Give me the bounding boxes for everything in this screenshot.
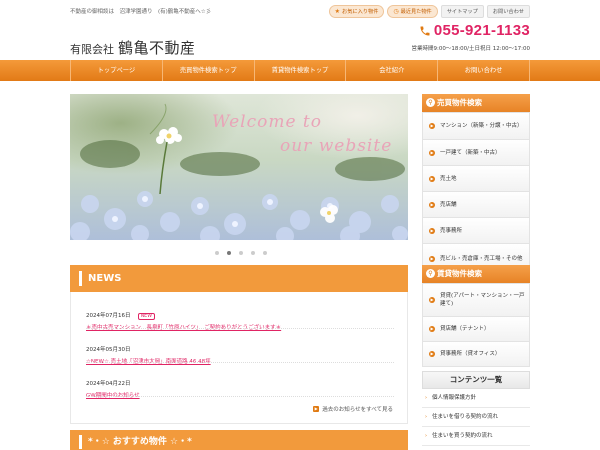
news-date: 2024年05月30日 [86, 347, 131, 353]
recently-viewed-label: 最近見た物件 [400, 9, 432, 15]
contents-item-buy-flow[interactable]: › 住まいを買う契約の流れ [422, 427, 530, 446]
arrow-right-icon: ▶ [429, 255, 435, 262]
sale-search-title: 売買物件検索 [437, 98, 482, 107]
arrow-right-icon: ▶ [429, 351, 435, 357]
sidebar-item-label: マンション（新築・分譲・中古） [440, 123, 523, 129]
sidebar-item-store[interactable]: ▶ 売店舗 [423, 191, 529, 217]
news-item: 2024年07月16日 NEW ＊売中古売マンション 長泉町「竹原ハイツ」 ご契… [86, 302, 281, 331]
news-link[interactable]: ＊売中古売マンション 長泉町「竹原ハイツ」 ご契約ありがとうございます＊ [86, 323, 281, 331]
news-link[interactable]: ☆NEW☆ 売土地「沼津市大岡」南面道路 46.48坪 [86, 357, 211, 365]
favorites-label: お気に入り物件 [342, 9, 379, 15]
hero-welcome-line1: Welcome to [212, 112, 322, 132]
sidebar-item-mansion[interactable]: ▶ マンション（新築・分譲・中古） [423, 112, 529, 139]
new-badge: NEW [137, 313, 155, 320]
sidebar-item-label: 売ビル・売倉庫・売工場・その他 [440, 255, 523, 262]
news-date: 2024年07月16日 [86, 313, 131, 319]
news-date: 2024年04月22日 [86, 381, 131, 387]
nav-sale-search[interactable]: 売買物件検索トップ [161, 60, 254, 81]
news-link[interactable]: GW期間中のお知らせ [86, 391, 140, 399]
nav-top-page[interactable]: トップページ [70, 60, 162, 81]
nav-company[interactable]: 会社紹介 [345, 60, 437, 81]
arrow-right-icon: ▶ [429, 175, 435, 182]
rent-search-heading: ⚲ 賃貸物件検索 [422, 265, 530, 283]
contents-item-rent-flow[interactable]: › 住まいを借りる契約の流れ [422, 408, 530, 427]
search-icon: ⚲ [426, 269, 435, 278]
slider-dot-5[interactable] [263, 251, 267, 255]
slider-dot-1[interactable] [215, 251, 219, 255]
arrow-right-icon: ▶ [429, 123, 435, 129]
rent-search-list: ▶ 貸貸(アパート・マンション・一戸建て) ▶ 貸店舗（テナント） ▶ 貸事務所… [422, 283, 530, 367]
contents-item-label: 住まいを借りる契約の流れ [432, 414, 499, 420]
contents-item-label: 個人情報保護方針 [432, 395, 477, 401]
hero-slider[interactable]: Welcome to our website [70, 94, 408, 240]
contents-item-privacy[interactable]: › 個人情報保護方針 [422, 389, 530, 408]
news-item: 2024年05月30日 ☆NEW☆ 売土地「沼津市大岡」南面道路 46.48坪 [86, 336, 211, 365]
phone-icon [419, 25, 431, 37]
favorites-link[interactable]: ★ お気に入り物件 [328, 5, 385, 18]
sale-search-heading: ⚲ 売買物件検索 [422, 94, 530, 112]
chevron-right-icon: › [425, 414, 427, 420]
rent-search-title: 賃貸物件検索 [437, 269, 482, 278]
chevron-right-icon: › [425, 395, 427, 401]
sale-search-list: ▶ マンション（新築・分譲・中古） ▶ 一戸建て（新築・中古） ▶ 売土地 ▶ … [422, 112, 530, 274]
slider-dots [215, 251, 267, 255]
top-links: ★ お気に入り物件 ◷ 最近見た物件 サイトマップ お問い合わせ [328, 5, 530, 18]
site-tagline: 不動産の御相談は 沼津学園通り (有)鶴亀不動産へ☆彡 [70, 9, 212, 15]
chevron-right-icon: › [425, 433, 427, 439]
star-icon: ★ [334, 8, 340, 15]
sidebar-item-label: 売土地 [440, 175, 457, 182]
search-icon: ⚲ [426, 98, 435, 107]
news-list: 2024年07月16日 NEW ＊売中古売マンション 長泉町「竹原ハイツ」 ご契… [70, 292, 408, 424]
news-divider [86, 328, 394, 329]
arrow-right-icon: ▶ [313, 406, 320, 412]
sidebar-item-rental-office[interactable]: ▶ 貸事務所（貸オフィス） [423, 341, 529, 366]
sidebar-item-rental-home[interactable]: ▶ 貸貸(アパート・マンション・一戸建て) [423, 283, 529, 316]
sidebar-item-land[interactable]: ▶ 売土地 [423, 165, 529, 191]
nav-rent-search[interactable]: 賃貸物件検索トップ [253, 60, 346, 81]
sidebar-item-label: 貸貸(アパート・マンション・一戸建て) [440, 293, 525, 307]
contents-item-label: 住まいを買う契約の流れ [432, 433, 493, 439]
business-hours: 営業時間9:00～18:00/土日祝日 12:00～17:00 [411, 46, 530, 52]
phone-number: 055-921-1133 [433, 22, 530, 39]
slider-dot-2[interactable] [227, 251, 231, 255]
sidebar-item-label: 貸事務所（貸オフィス） [440, 351, 501, 357]
contact-link-top[interactable]: お問い合わせ [486, 5, 530, 18]
company-prefix: 有限会社 [70, 43, 114, 56]
news-divider [86, 362, 394, 363]
recommended-heading: *・☆ おすすめ物件 ☆・* [70, 430, 408, 450]
contents-heading: コンテンツ一覧 [422, 371, 530, 389]
arrow-right-icon: ▶ [429, 149, 435, 156]
hero-welcome-line2: our website [280, 136, 393, 156]
sitemap-link[interactable]: サイトマップ [440, 5, 484, 18]
sidebar-item-house[interactable]: ▶ 一戸建て（新築・中古） [423, 139, 529, 165]
sidebar-item-label: 売店舗 [440, 201, 457, 208]
sidebar-item-office[interactable]: ▶ 売事務所 [423, 217, 529, 243]
sidebar-item-label: 一戸建て（新築・中古） [440, 149, 501, 156]
nav-contact[interactable]: お問い合わせ [437, 60, 530, 81]
arrow-right-icon: ▶ [429, 326, 435, 332]
sidebar-item-label: 貸店舗（テナント） [440, 326, 490, 332]
slider-dot-4[interactable] [251, 251, 255, 255]
arrow-right-icon: ▶ [429, 227, 435, 234]
arrow-right-icon: ▶ [429, 297, 435, 303]
arrow-right-icon: ▶ [429, 201, 435, 208]
global-nav: トップページ 売買物件検索トップ 賃貸物件検索トップ 会社紹介 お問い合わせ [0, 60, 600, 81]
news-heading: NEWS [70, 265, 408, 292]
company-logo[interactable]: 有限会社 鶴亀不動産 [70, 37, 196, 58]
clock-icon: ◷ [393, 8, 399, 15]
news-divider [86, 396, 394, 397]
news-more-link[interactable]: ▶ 過去のお知らせをすべて見る [313, 405, 393, 413]
contents-list: › 個人情報保護方針 › 住まいを借りる契約の流れ › 住まいを買う契約の流れ [422, 389, 530, 446]
news-item: 2024年04月22日 GW期間中のお知らせ [86, 370, 140, 399]
phone-block[interactable]: 055-921-1133 [419, 22, 530, 39]
sidebar-item-rental-store[interactable]: ▶ 貸店舗（テナント） [423, 316, 529, 341]
recently-viewed-link[interactable]: ◷ 最近見た物件 [387, 5, 438, 18]
company-name: 鶴亀不動産 [118, 39, 196, 57]
sidebar-item-label: 売事務所 [440, 227, 463, 234]
news-more-label: 過去のお知らせをすべて見る [322, 407, 393, 413]
slider-dot-3[interactable] [239, 251, 243, 255]
